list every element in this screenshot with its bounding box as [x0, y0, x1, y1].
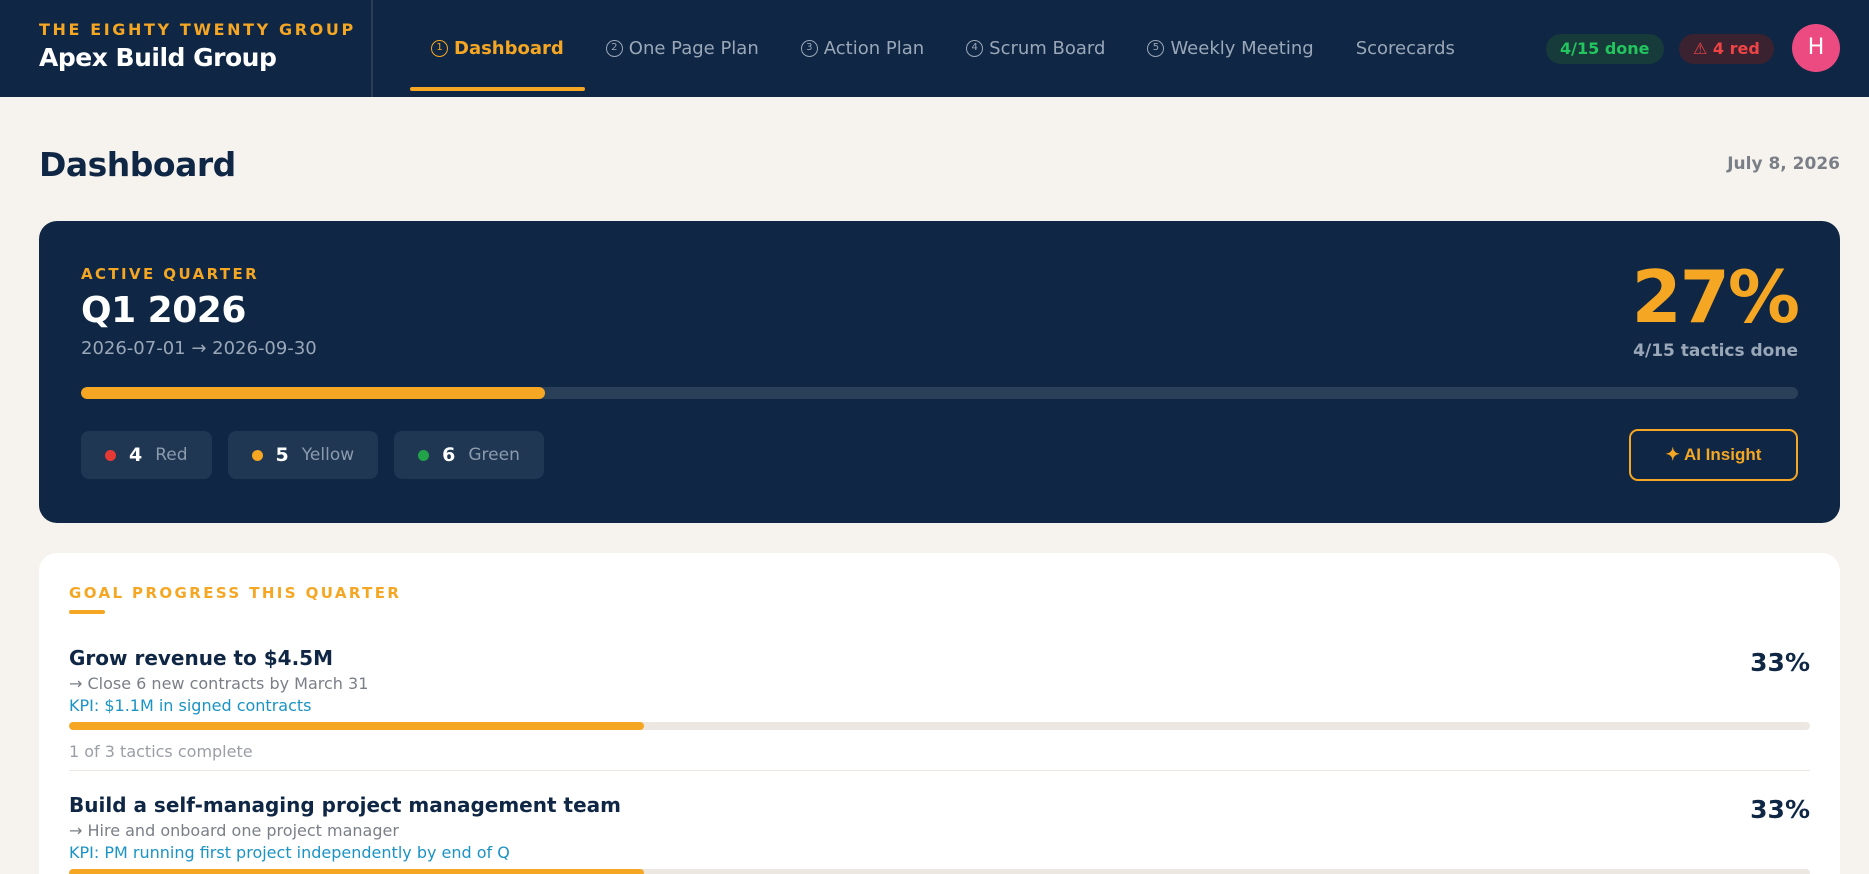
nav-tab-weekly-meeting[interactable]: 5 Weekly Meeting — [1126, 0, 1334, 97]
goal-progress-fill — [69, 869, 644, 874]
step-number-icon: 3 — [800, 40, 818, 57]
goal-progress-fill — [69, 722, 644, 730]
heading-underline — [69, 610, 105, 614]
goal-kpi: KPI: PM running first project independen… — [69, 843, 510, 862]
status-label: Green — [468, 445, 520, 465]
status-summary: 4 Red 5 Yellow 6 Green — [81, 431, 544, 479]
status-label: Yellow — [301, 445, 355, 465]
goal-tactics-count: 1 of 3 tactics complete — [69, 742, 253, 761]
green-dot-icon — [418, 449, 430, 461]
quarter-eyebrow: ACTIVE QUARTER — [81, 265, 260, 283]
goal-objective: → Hire and onboard one project manager — [69, 821, 399, 840]
goal-kpi: KPI: $1.1M in signed contracts — [69, 696, 312, 715]
nav-tab-label: Dashboard — [454, 38, 564, 59]
step-number-icon: 5 — [1147, 40, 1165, 57]
brand-block[interactable]: THE EIGHTY TWENTY GROUP Apex Build Group — [39, 20, 369, 72]
goal-percent: 33% — [1750, 648, 1810, 677]
nav-tab-action-plan[interactable]: 3 Action Plan — [780, 0, 945, 97]
page-title: Dashboard — [39, 145, 236, 184]
status-chip-yellow[interactable]: 5 Yellow — [227, 431, 379, 479]
active-quarter-card: ACTIVE QUARTER Q1 2026 2026-07-01 → 2026… — [39, 221, 1840, 523]
goal-progress-track — [69, 869, 1810, 874]
quarter-date-range: 2026-07-01 → 2026-09-30 — [81, 338, 317, 359]
status-chip-red[interactable]: 4 Red — [81, 431, 212, 479]
nav-tab-label: One Page Plan — [628, 38, 759, 59]
red-dot-icon — [105, 449, 116, 461]
nav-tab-label: Action Plan — [823, 38, 925, 59]
quarter-progress-track — [81, 387, 1798, 399]
goal-progress-card: GOAL PROGRESS THIS QUARTER Grow revenue … — [39, 553, 1840, 874]
goal-divider — [69, 770, 1810, 771]
status-count: 4 — [129, 444, 143, 466]
quarter-progress-fill — [81, 387, 545, 399]
status-count: 6 — [442, 444, 456, 466]
goal-objective: → Close 6 new contracts by March 31 — [69, 674, 369, 693]
goal-title: Build a self-managing project management… — [69, 793, 621, 817]
quarter-title: Q1 2026 — [81, 290, 246, 331]
status-chip-green[interactable]: 6 Green — [394, 431, 544, 479]
goal-percent: 33% — [1750, 795, 1810, 824]
nav-tab-one-page-plan[interactable]: 2 One Page Plan — [585, 0, 780, 97]
nav-tab-scorecards[interactable]: Scorecards — [1335, 0, 1476, 97]
brand-divider — [371, 0, 373, 97]
red-count-badge[interactable]: ⚠ 4 red — [1679, 34, 1774, 64]
quarter-tactics-done: 4/15 tactics done — [1633, 341, 1798, 361]
nav-tab-scrum-board[interactable]: 4 Scrum Board — [945, 0, 1126, 97]
current-date: July 8, 2026 — [1727, 154, 1840, 174]
goal-progress-track — [69, 722, 1810, 730]
nav-tab-dashboard[interactable]: 1 Dashboard — [410, 0, 585, 97]
user-avatar[interactable]: H — [1792, 24, 1840, 72]
status-label: Red — [155, 445, 188, 465]
nav-tab-label: Scrum Board — [989, 38, 1106, 59]
goals-heading: GOAL PROGRESS THIS QUARTER — [69, 584, 402, 602]
nav-tab-label: Weekly Meeting — [1170, 38, 1314, 59]
ai-insight-button[interactable]: ✦ AI Insight — [1629, 429, 1798, 481]
tactics-done-badge[interactable]: 4/15 done — [1546, 34, 1664, 64]
top-navigation-bar: THE EIGHTY TWENTY GROUP Apex Build Group… — [0, 0, 1869, 97]
goal-item[interactable]: Build a self-managing project management… — [69, 793, 1810, 874]
yellow-dot-icon — [251, 449, 263, 461]
goal-title: Grow revenue to $4.5M — [69, 646, 334, 670]
step-number-icon: 2 — [605, 40, 623, 57]
main-nav: 1 Dashboard 2 One Page Plan 3 Action Pla… — [410, 0, 1476, 97]
step-number-icon: 1 — [431, 40, 448, 57]
company-name: Apex Build Group — [39, 43, 277, 72]
step-number-icon: 4 — [966, 40, 984, 57]
quarter-percent: 27% — [1631, 255, 1800, 339]
goal-item[interactable]: Grow revenue to $4.5M → Close 6 new cont… — [69, 646, 1810, 761]
status-count: 5 — [275, 444, 289, 466]
nav-tab-label: Scorecards — [1355, 38, 1455, 59]
brand-eyebrow: THE EIGHTY TWENTY GROUP — [39, 20, 356, 39]
